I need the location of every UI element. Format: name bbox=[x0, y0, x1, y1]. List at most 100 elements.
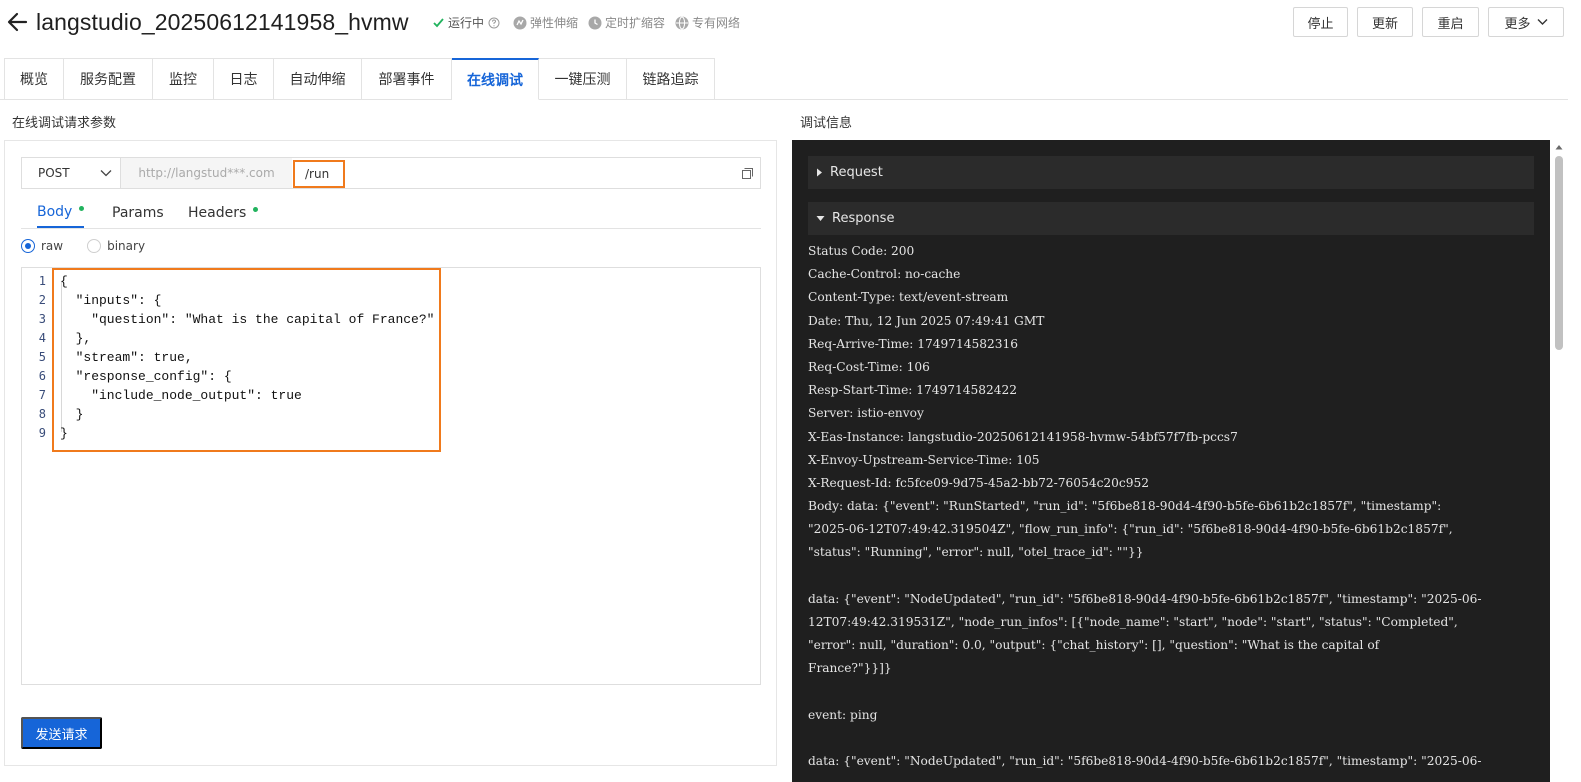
url-bar: POST http://langstud***.com /run bbox=[21, 157, 761, 189]
response-line: Content-Type: text/event-stream bbox=[808, 290, 1009, 305]
restart-button[interactable]: 重启 bbox=[1422, 7, 1479, 37]
body-tabs: Body Params Headers bbox=[21, 197, 761, 229]
line-number: 3 bbox=[38, 312, 46, 326]
path-input[interactable]: /run bbox=[293, 160, 345, 188]
response-line bbox=[808, 681, 1534, 704]
page-header: langstudio_20250612141958_hvmw 运行中 弹性伸缩 … bbox=[0, 0, 1581, 46]
tab-params[interactable]: Params bbox=[112, 197, 164, 228]
response-line: Req-Arrive-Time: 1749714582316 bbox=[808, 336, 1019, 351]
tab-tracing[interactable]: 链路追踪 bbox=[627, 58, 715, 100]
request-panel: POST http://langstud***.com /run Body Pa… bbox=[4, 140, 777, 766]
line-number: 8 bbox=[38, 407, 46, 421]
response-line: event: ping bbox=[808, 707, 878, 722]
tab-body-label: Body bbox=[37, 203, 73, 220]
line-number: 1 bbox=[38, 274, 46, 288]
private-network-status: 专有网络 bbox=[675, 14, 740, 31]
more-button[interactable]: 更多 bbox=[1488, 7, 1564, 37]
radio-raw-label: raw bbox=[41, 239, 64, 253]
request-params-title: 在线调试请求参数 bbox=[12, 116, 117, 131]
response-line: Cache-Control: no-cache bbox=[808, 267, 961, 282]
debug-scrollbar[interactable] bbox=[1552, 140, 1566, 782]
radio-raw[interactable] bbox=[21, 239, 35, 253]
back-arrow-icon[interactable] bbox=[6, 8, 30, 36]
response-line: Resp-Start-Time: 1749714582422 bbox=[808, 383, 1018, 398]
highlight-box bbox=[52, 268, 441, 452]
request-accordion[interactable]: Request bbox=[808, 156, 1534, 189]
page-title: langstudio_20250612141958_hvmw bbox=[36, 9, 409, 35]
chevron-down-icon bbox=[1537, 19, 1547, 25]
base-url: http://langstud***.com bbox=[121, 158, 292, 188]
response-line: X-Eas-Instance: langstudio-2025061214195… bbox=[808, 429, 1238, 444]
response-line: Date: Thu, 12 Jun 2025 07:49:41 GMT bbox=[808, 313, 1045, 328]
line-number: 7 bbox=[38, 388, 46, 402]
response-line: Status Code: 200 bbox=[808, 244, 915, 258]
response-line: X-Request-Id: fc5fce09-9d75-45a2-bb72-76… bbox=[808, 475, 1149, 490]
stop-button[interactable]: 停止 bbox=[1293, 7, 1348, 37]
elastic-scaling-status: 弹性伸缩 bbox=[513, 14, 578, 31]
clock-icon bbox=[588, 16, 602, 29]
method-select[interactable]: POST bbox=[22, 158, 121, 188]
tab-headers-label: Headers bbox=[188, 204, 247, 221]
response-line: data: {"event": "NodeUpdated", "run_id":… bbox=[808, 591, 1482, 606]
response-line: "status": "Running", "error": null, "ote… bbox=[808, 545, 1144, 560]
response-line: X-Envoy-Upstream-Service-Time: 105 bbox=[808, 452, 1040, 467]
line-number: 6 bbox=[38, 369, 46, 383]
line-number-gutter: 1 2 3 4 5 6 7 8 9 bbox=[22, 272, 52, 443]
send-request-button[interactable]: 发送请求 bbox=[21, 717, 102, 749]
service-status-group: 运行中 弹性伸缩 定时扩缩容 专有网络 bbox=[432, 14, 750, 31]
tab-body[interactable]: Body bbox=[37, 197, 85, 228]
method-value: POST bbox=[38, 166, 70, 180]
update-button[interactable]: 更新 bbox=[1357, 7, 1413, 37]
response-line: "error": null, "duration": 0.0, "output"… bbox=[808, 638, 1380, 653]
line-number: 4 bbox=[38, 331, 46, 345]
caret-right-icon bbox=[817, 168, 822, 177]
help-icon[interactable] bbox=[488, 17, 500, 29]
request-accordion-label: Request bbox=[830, 165, 883, 180]
scroll-thumb[interactable] bbox=[1555, 156, 1563, 350]
scheduled-scaling-label: 定时扩缩容 bbox=[605, 16, 666, 30]
private-network-label: 专有网络 bbox=[692, 16, 741, 30]
chevron-down-icon bbox=[100, 170, 112, 177]
elastic-scaling-label: 弹性伸缩 bbox=[530, 16, 579, 30]
caret-down-icon bbox=[816, 216, 825, 221]
tab-overview[interactable]: 概览 bbox=[4, 58, 64, 100]
line-number: 9 bbox=[38, 426, 46, 440]
status-dot bbox=[79, 206, 85, 211]
tab-online-debug[interactable]: 在线调试 bbox=[452, 58, 539, 100]
debug-info-title: 调试信息 bbox=[800, 116, 853, 131]
tab-headers[interactable]: Headers bbox=[188, 197, 259, 228]
response-line: Req-Cost-Time: 106 bbox=[808, 359, 930, 374]
tab-deploy-events[interactable]: 部署事件 bbox=[362, 58, 452, 100]
response-line: Body: data: {"event": "RunStarted", "run… bbox=[808, 499, 1442, 514]
status-dot bbox=[253, 207, 259, 212]
body-type-radios: raw binary bbox=[21, 239, 169, 253]
scheduled-scaling-status: 定时扩缩容 bbox=[588, 14, 665, 31]
radio-binary-label: binary bbox=[107, 239, 146, 253]
tab-monitoring[interactable]: 监控 bbox=[153, 58, 214, 100]
tab-autoscaling[interactable]: 自动伸缩 bbox=[274, 58, 362, 100]
scroll-up-icon[interactable] bbox=[1555, 144, 1563, 150]
response-content: Status Code: 200 Cache-Control: no-cache… bbox=[808, 240, 1534, 773]
status-running: 运行中 bbox=[432, 14, 503, 31]
service-tabs: 概览 服务配置 监控 日志 自动伸缩 部署事件 在线调试 一键压测 链路追踪 bbox=[4, 58, 715, 100]
response-line: 12T07:49:42.319531Z", "node_run_infos": … bbox=[808, 615, 1458, 629]
response-line: "2025-06-12T07:49:42.319504Z", "flow_run… bbox=[808, 522, 1453, 537]
expand-icon[interactable] bbox=[742, 168, 753, 183]
response-line: France?"}}]} bbox=[808, 661, 892, 676]
line-number: 5 bbox=[38, 350, 46, 364]
tab-stress-test[interactable]: 一键压测 bbox=[539, 58, 627, 100]
globe-icon bbox=[675, 16, 689, 29]
radio-binary[interactable] bbox=[87, 239, 102, 253]
tab-params-label: Params bbox=[112, 204, 164, 221]
response-line: data: {"event": "NodeUpdated", "run_id":… bbox=[808, 754, 1482, 769]
line-number: 2 bbox=[38, 293, 46, 307]
response-line: Server: istio-envoy bbox=[808, 406, 924, 421]
response-line bbox=[808, 727, 1534, 750]
tab-service-config[interactable]: 服务配置 bbox=[64, 58, 153, 100]
request-body-editor[interactable]: 1 2 3 4 5 6 7 8 9 { "inputs": { "questio… bbox=[21, 267, 761, 685]
elastic-icon bbox=[513, 16, 527, 29]
check-icon bbox=[433, 18, 444, 28]
response-accordion[interactable]: Response bbox=[808, 202, 1534, 235]
debug-info-panel: Request Response Status Code: 200 Cache-… bbox=[792, 140, 1550, 782]
tab-logs[interactable]: 日志 bbox=[214, 58, 274, 100]
